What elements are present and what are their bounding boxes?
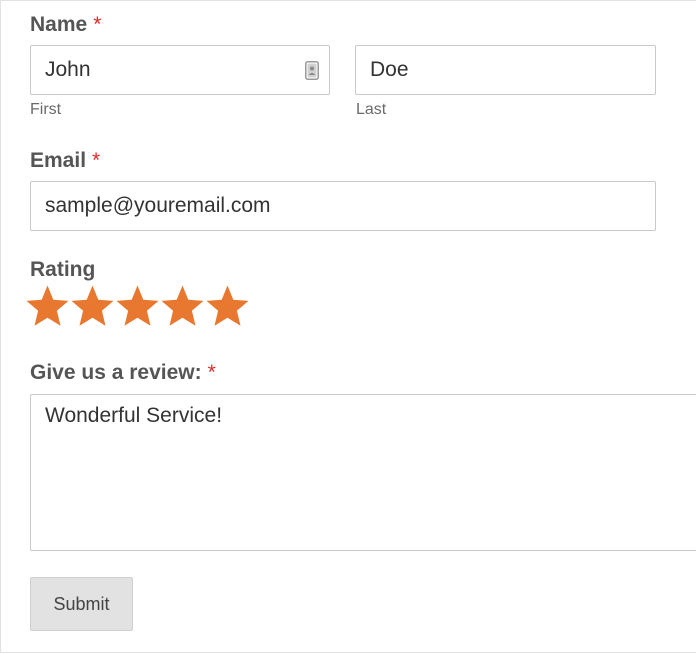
required-mark: * bbox=[207, 361, 216, 384]
star-icon[interactable] bbox=[25, 284, 70, 329]
name-label-text: Name bbox=[30, 13, 88, 36]
name-label: Name * bbox=[30, 13, 101, 37]
review-textarea[interactable]: Wonderful Service! bbox=[30, 394, 696, 551]
submit-label: Submit bbox=[53, 593, 110, 614]
required-mark: * bbox=[93, 13, 102, 36]
first-name-value: John bbox=[45, 58, 91, 81]
email-label: Email * bbox=[30, 149, 100, 173]
submit-button[interactable]: Submit bbox=[30, 577, 133, 631]
rating-label: Rating bbox=[30, 258, 95, 282]
review-label-text: Give us a review: bbox=[30, 361, 202, 384]
form-container: Name * John First Doe Last Email * sample@… bbox=[0, 0, 696, 653]
last-name-value: Doe bbox=[370, 58, 409, 81]
last-sublabel: Last bbox=[356, 101, 387, 118]
last-name-input[interactable]: Doe bbox=[355, 45, 656, 95]
review-value: Wonderful Service! bbox=[45, 404, 223, 427]
first-name-input[interactable]: John bbox=[30, 45, 330, 95]
email-value: sample@youremail.com bbox=[45, 194, 271, 217]
contact-card-icon[interactable] bbox=[305, 61, 319, 80]
star-icon[interactable] bbox=[160, 284, 205, 329]
star-icon[interactable] bbox=[70, 284, 115, 329]
star-icon[interactable] bbox=[205, 284, 250, 329]
email-label-text: Email bbox=[30, 149, 87, 172]
required-mark: * bbox=[92, 149, 101, 172]
star-rating[interactable] bbox=[25, 284, 250, 329]
email-input[interactable]: sample@youremail.com bbox=[30, 181, 656, 231]
star-icon[interactable] bbox=[115, 284, 160, 329]
rating-label-text: Rating bbox=[30, 258, 96, 281]
review-label: Give us a review: * bbox=[30, 361, 216, 385]
first-sublabel: First bbox=[30, 101, 62, 118]
